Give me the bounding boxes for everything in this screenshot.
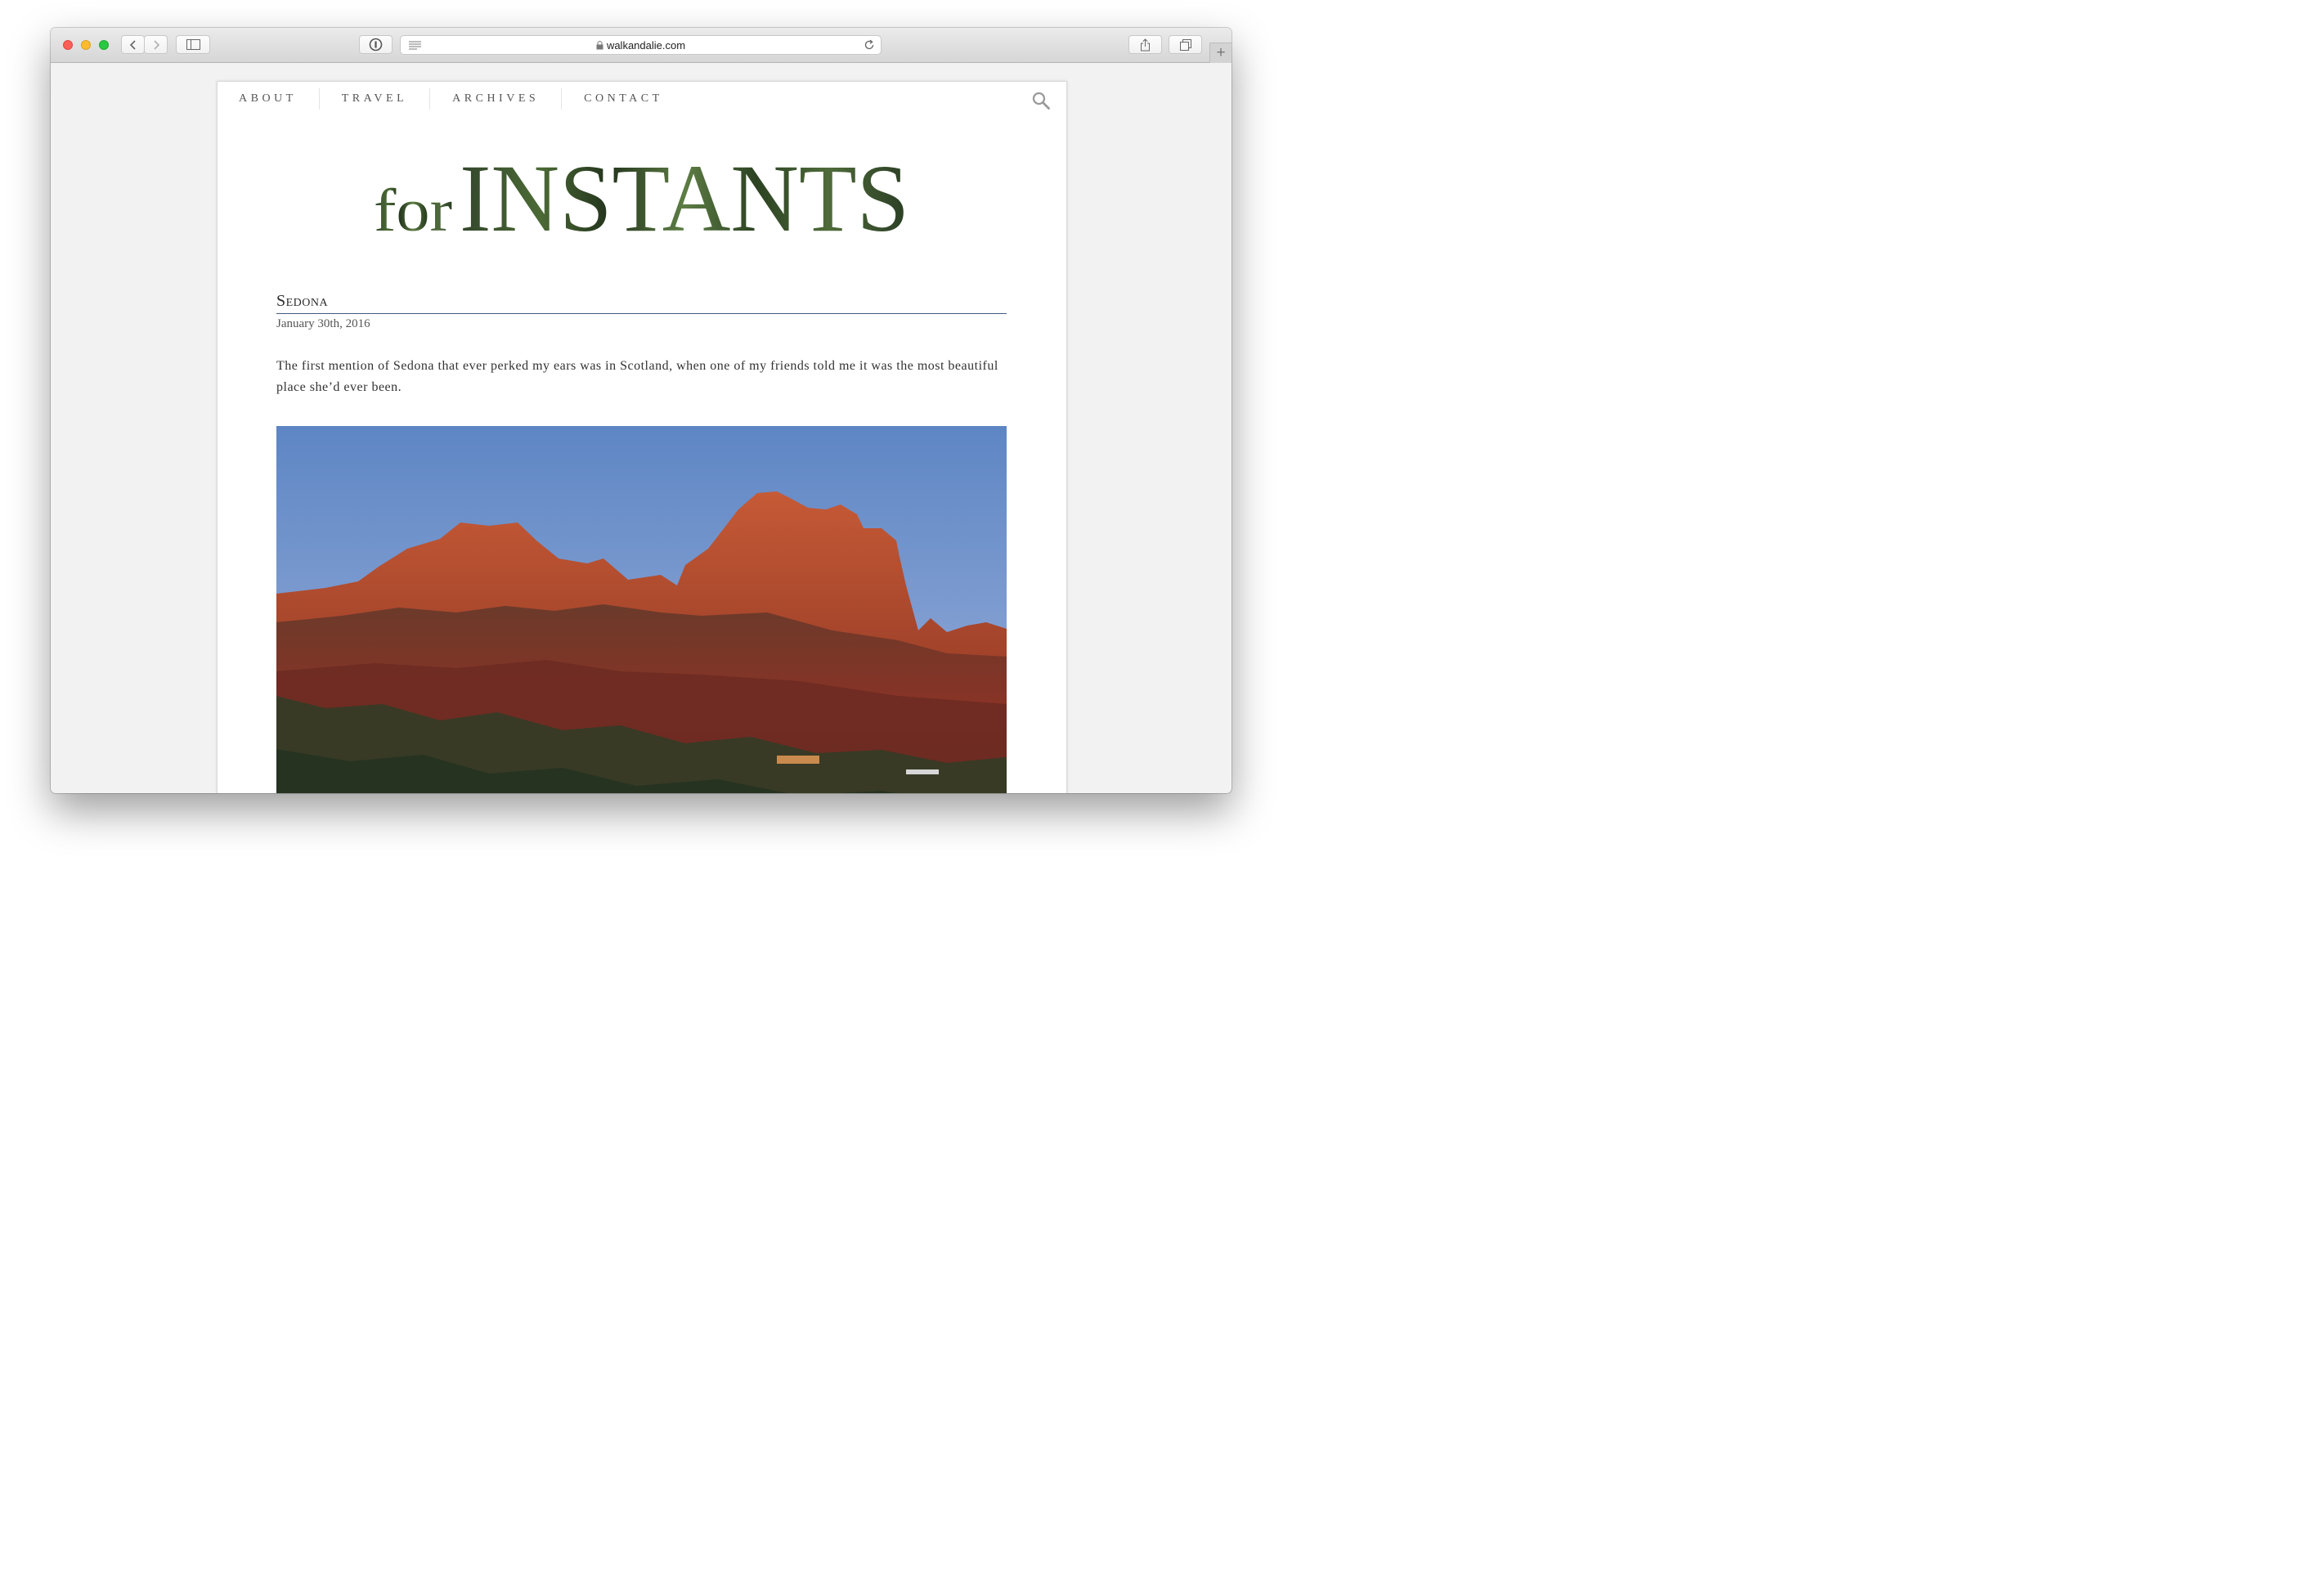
- url-display: walkandalie.com: [401, 39, 881, 52]
- password-button[interactable]: [359, 35, 393, 54]
- plus-icon: +: [1216, 44, 1226, 61]
- browser-toolbar: walkandalie.com +: [51, 28, 1232, 63]
- nav-about[interactable]: ABOUT: [218, 88, 320, 110]
- site-logo[interactable]: for INSTANTS: [374, 147, 913, 237]
- nav-travel[interactable]: TRAVEL: [320, 88, 431, 110]
- site-nav: ABOUT TRAVEL ARCHIVES CONTACT: [218, 82, 685, 116]
- key-icon: [369, 38, 383, 52]
- nav-contact[interactable]: CONTACT: [562, 88, 685, 110]
- logo-word: INSTANTS: [460, 147, 909, 237]
- url-text: walkandalie.com: [606, 39, 686, 52]
- forward-button[interactable]: [144, 35, 168, 54]
- share-button[interactable]: [1128, 35, 1162, 54]
- post-title[interactable]: Sedona: [276, 292, 328, 311]
- chevron-right-icon: [153, 39, 159, 50]
- chevron-left-icon: [129, 39, 136, 50]
- sidebar-toggle-button[interactable]: [176, 35, 210, 54]
- minimize-window-button[interactable]: [81, 40, 91, 50]
- zoom-window-button[interactable]: [99, 40, 109, 50]
- lock-icon: [596, 41, 603, 50]
- web-page: ABOUT TRAVEL ARCHIVES CONTACT for INSTAN…: [217, 81, 1067, 793]
- address-bar[interactable]: walkandalie.com: [400, 35, 882, 55]
- logo-prefix: for: [374, 177, 452, 237]
- new-tab-button[interactable]: +: [1209, 43, 1232, 63]
- reload-icon[interactable]: [864, 39, 875, 51]
- post-body: The first mention of Sedona that ever pe…: [276, 359, 998, 394]
- sidebar-icon: [186, 39, 200, 50]
- show-tabs-button[interactable]: [1169, 35, 1202, 54]
- title-divider: [276, 313, 1007, 314]
- post-date: January 30th, 2016: [276, 317, 370, 330]
- back-button[interactable]: [121, 35, 145, 54]
- browser-window: walkandalie.com + ABOUT TRAVEL ARCHIVES …: [51, 28, 1232, 793]
- share-icon: [1141, 38, 1150, 51]
- close-window-button[interactable]: [63, 40, 73, 50]
- sedona-photo: [276, 426, 1007, 793]
- search-icon[interactable]: [1032, 92, 1050, 110]
- tabs-icon: [1179, 38, 1191, 51]
- nav-archives[interactable]: ARCHIVES: [430, 88, 563, 110]
